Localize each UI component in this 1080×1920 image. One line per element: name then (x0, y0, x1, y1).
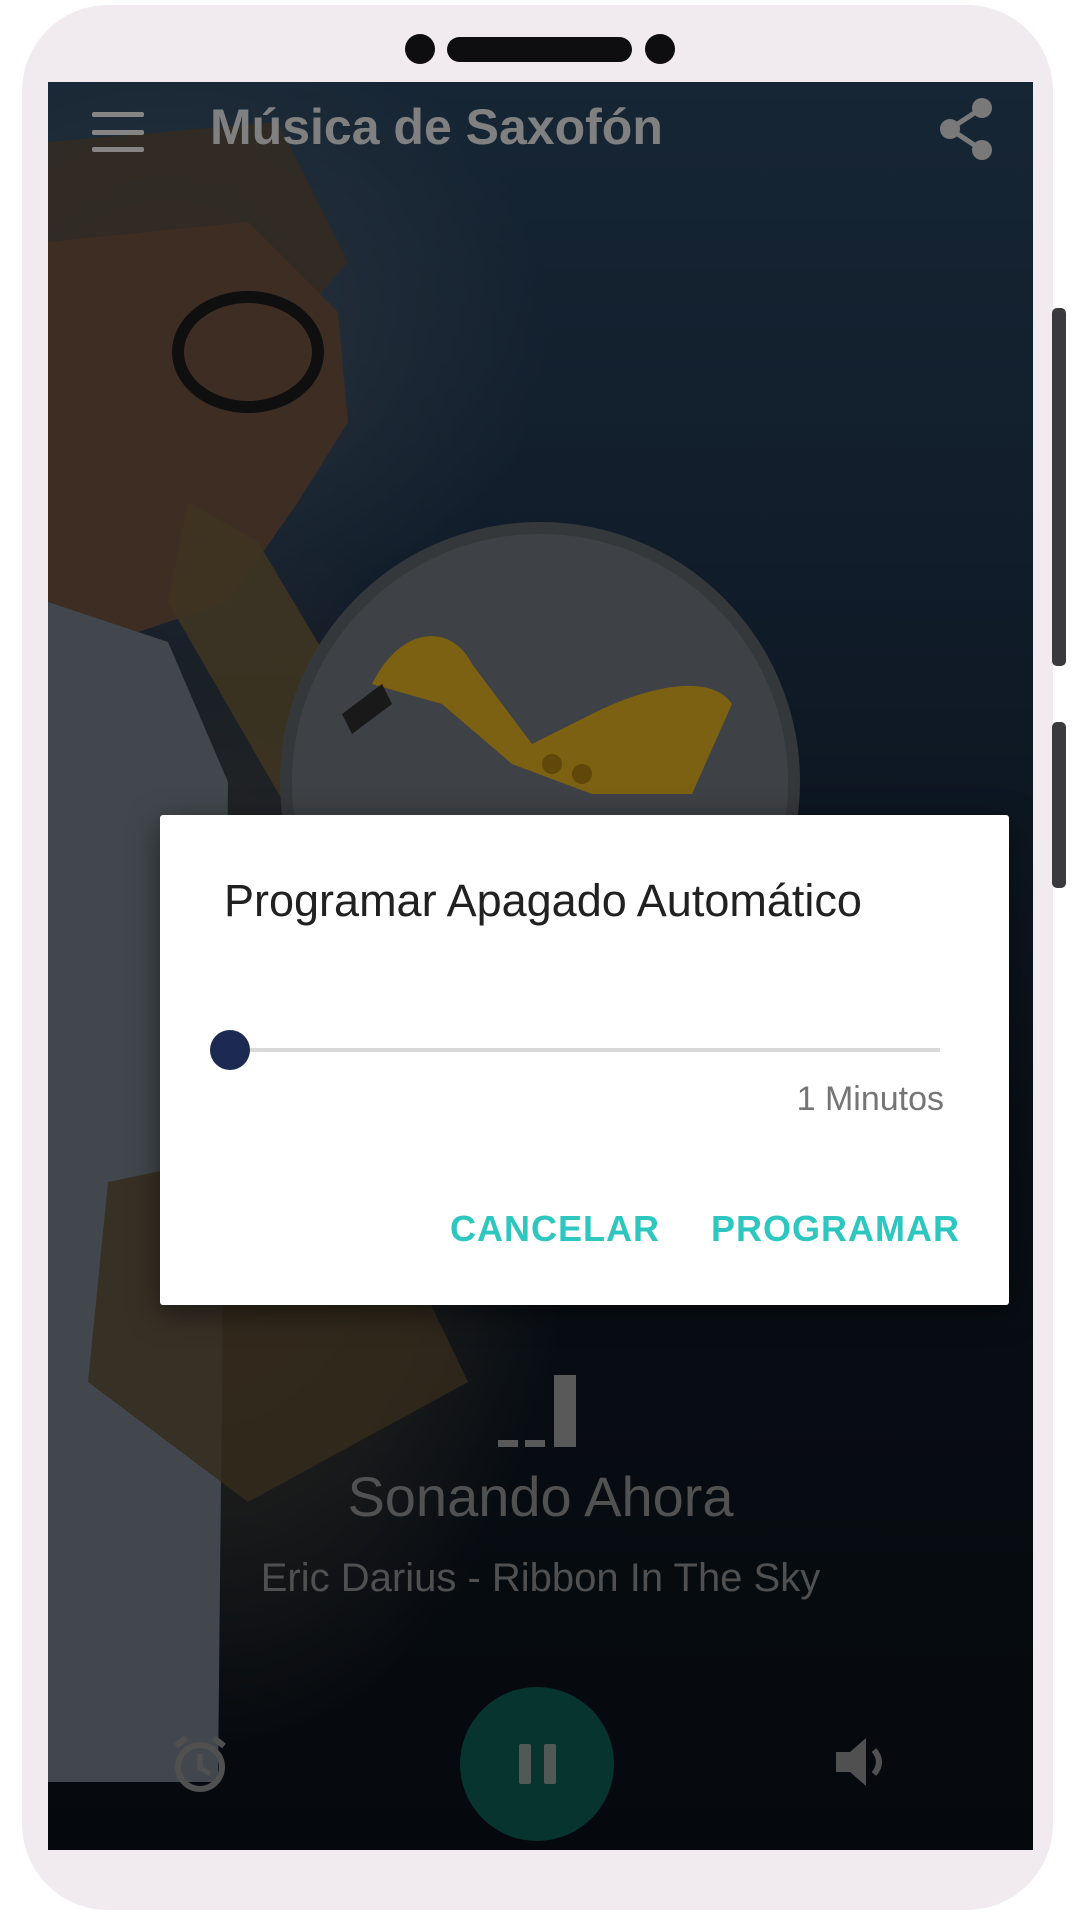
volume-rocker (1052, 722, 1066, 888)
app-screen: Música de Saxofón Sonando Ahora Eric Dar… (48, 82, 1033, 1850)
sleep-timer-dialog: Programar Apagado Automático 1 Minutos C… (160, 815, 1009, 1305)
timer-slider-track[interactable] (230, 1048, 940, 1052)
program-button[interactable]: PROGRAMAR (711, 1208, 960, 1250)
dialog-title: Programar Apagado Automático (224, 875, 862, 926)
timer-value-label: 1 Minutos (796, 1080, 944, 1118)
earpiece-speaker (447, 37, 632, 62)
power-button (1052, 308, 1066, 666)
cancel-button[interactable]: CANCELAR (450, 1208, 660, 1250)
front-camera (405, 34, 435, 64)
sensor (645, 34, 675, 64)
timer-slider-thumb[interactable] (210, 1030, 250, 1070)
